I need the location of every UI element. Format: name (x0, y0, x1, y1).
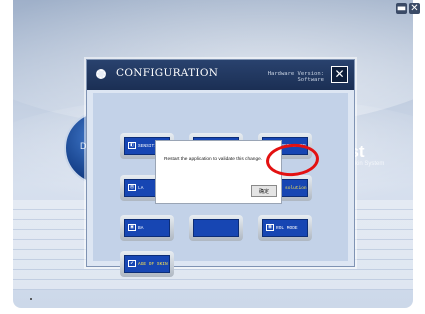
age-of-skin-button[interactable]: ✔ AGE OF SKIN (120, 251, 174, 277)
message-text: Restart the application to validate this… (164, 157, 263, 162)
dialog-header: CONFIGURATION Hardware Version: Software… (87, 60, 354, 90)
checkbox-icon: ✔ (128, 260, 136, 267)
dialog-title: CONFIGURATION (116, 67, 219, 79)
minimize-icon[interactable]: ▬ (396, 3, 407, 14)
backup-icon: ▣ (128, 224, 136, 231)
status-dot (30, 298, 32, 300)
control-mode-label: ROL MODE (276, 226, 298, 231)
resolution-label: solution (285, 186, 307, 191)
ok-button[interactable]: 确定 (251, 185, 277, 197)
backup-button[interactable]: ▣ BA (120, 215, 174, 241)
software-version-label: Software (297, 77, 325, 83)
language-label: LA (138, 186, 144, 191)
message-box: Restart the application to validate this… (155, 140, 282, 204)
gear-icon (96, 69, 106, 79)
control-mode-button[interactable]: ▦ ROL MODE (258, 215, 312, 241)
screen: Diag est atic Skin System ▬ ✕ CONFIGURAT… (0, 0, 425, 314)
language-icon: ▤ (128, 184, 136, 191)
age-of-skin-label: AGE OF SKIN (138, 262, 168, 267)
close-window-icon[interactable]: ✕ (409, 3, 420, 14)
sensitivity-icon: ◧ (128, 142, 136, 149)
backup-label: BA (138, 226, 144, 231)
close-dialog-button[interactable]: ✕ (331, 66, 348, 83)
hardware-version: Hardware Version: Software (268, 71, 324, 83)
hidden-option-button[interactable] (189, 215, 243, 241)
control-mode-icon: ▦ (266, 224, 274, 231)
